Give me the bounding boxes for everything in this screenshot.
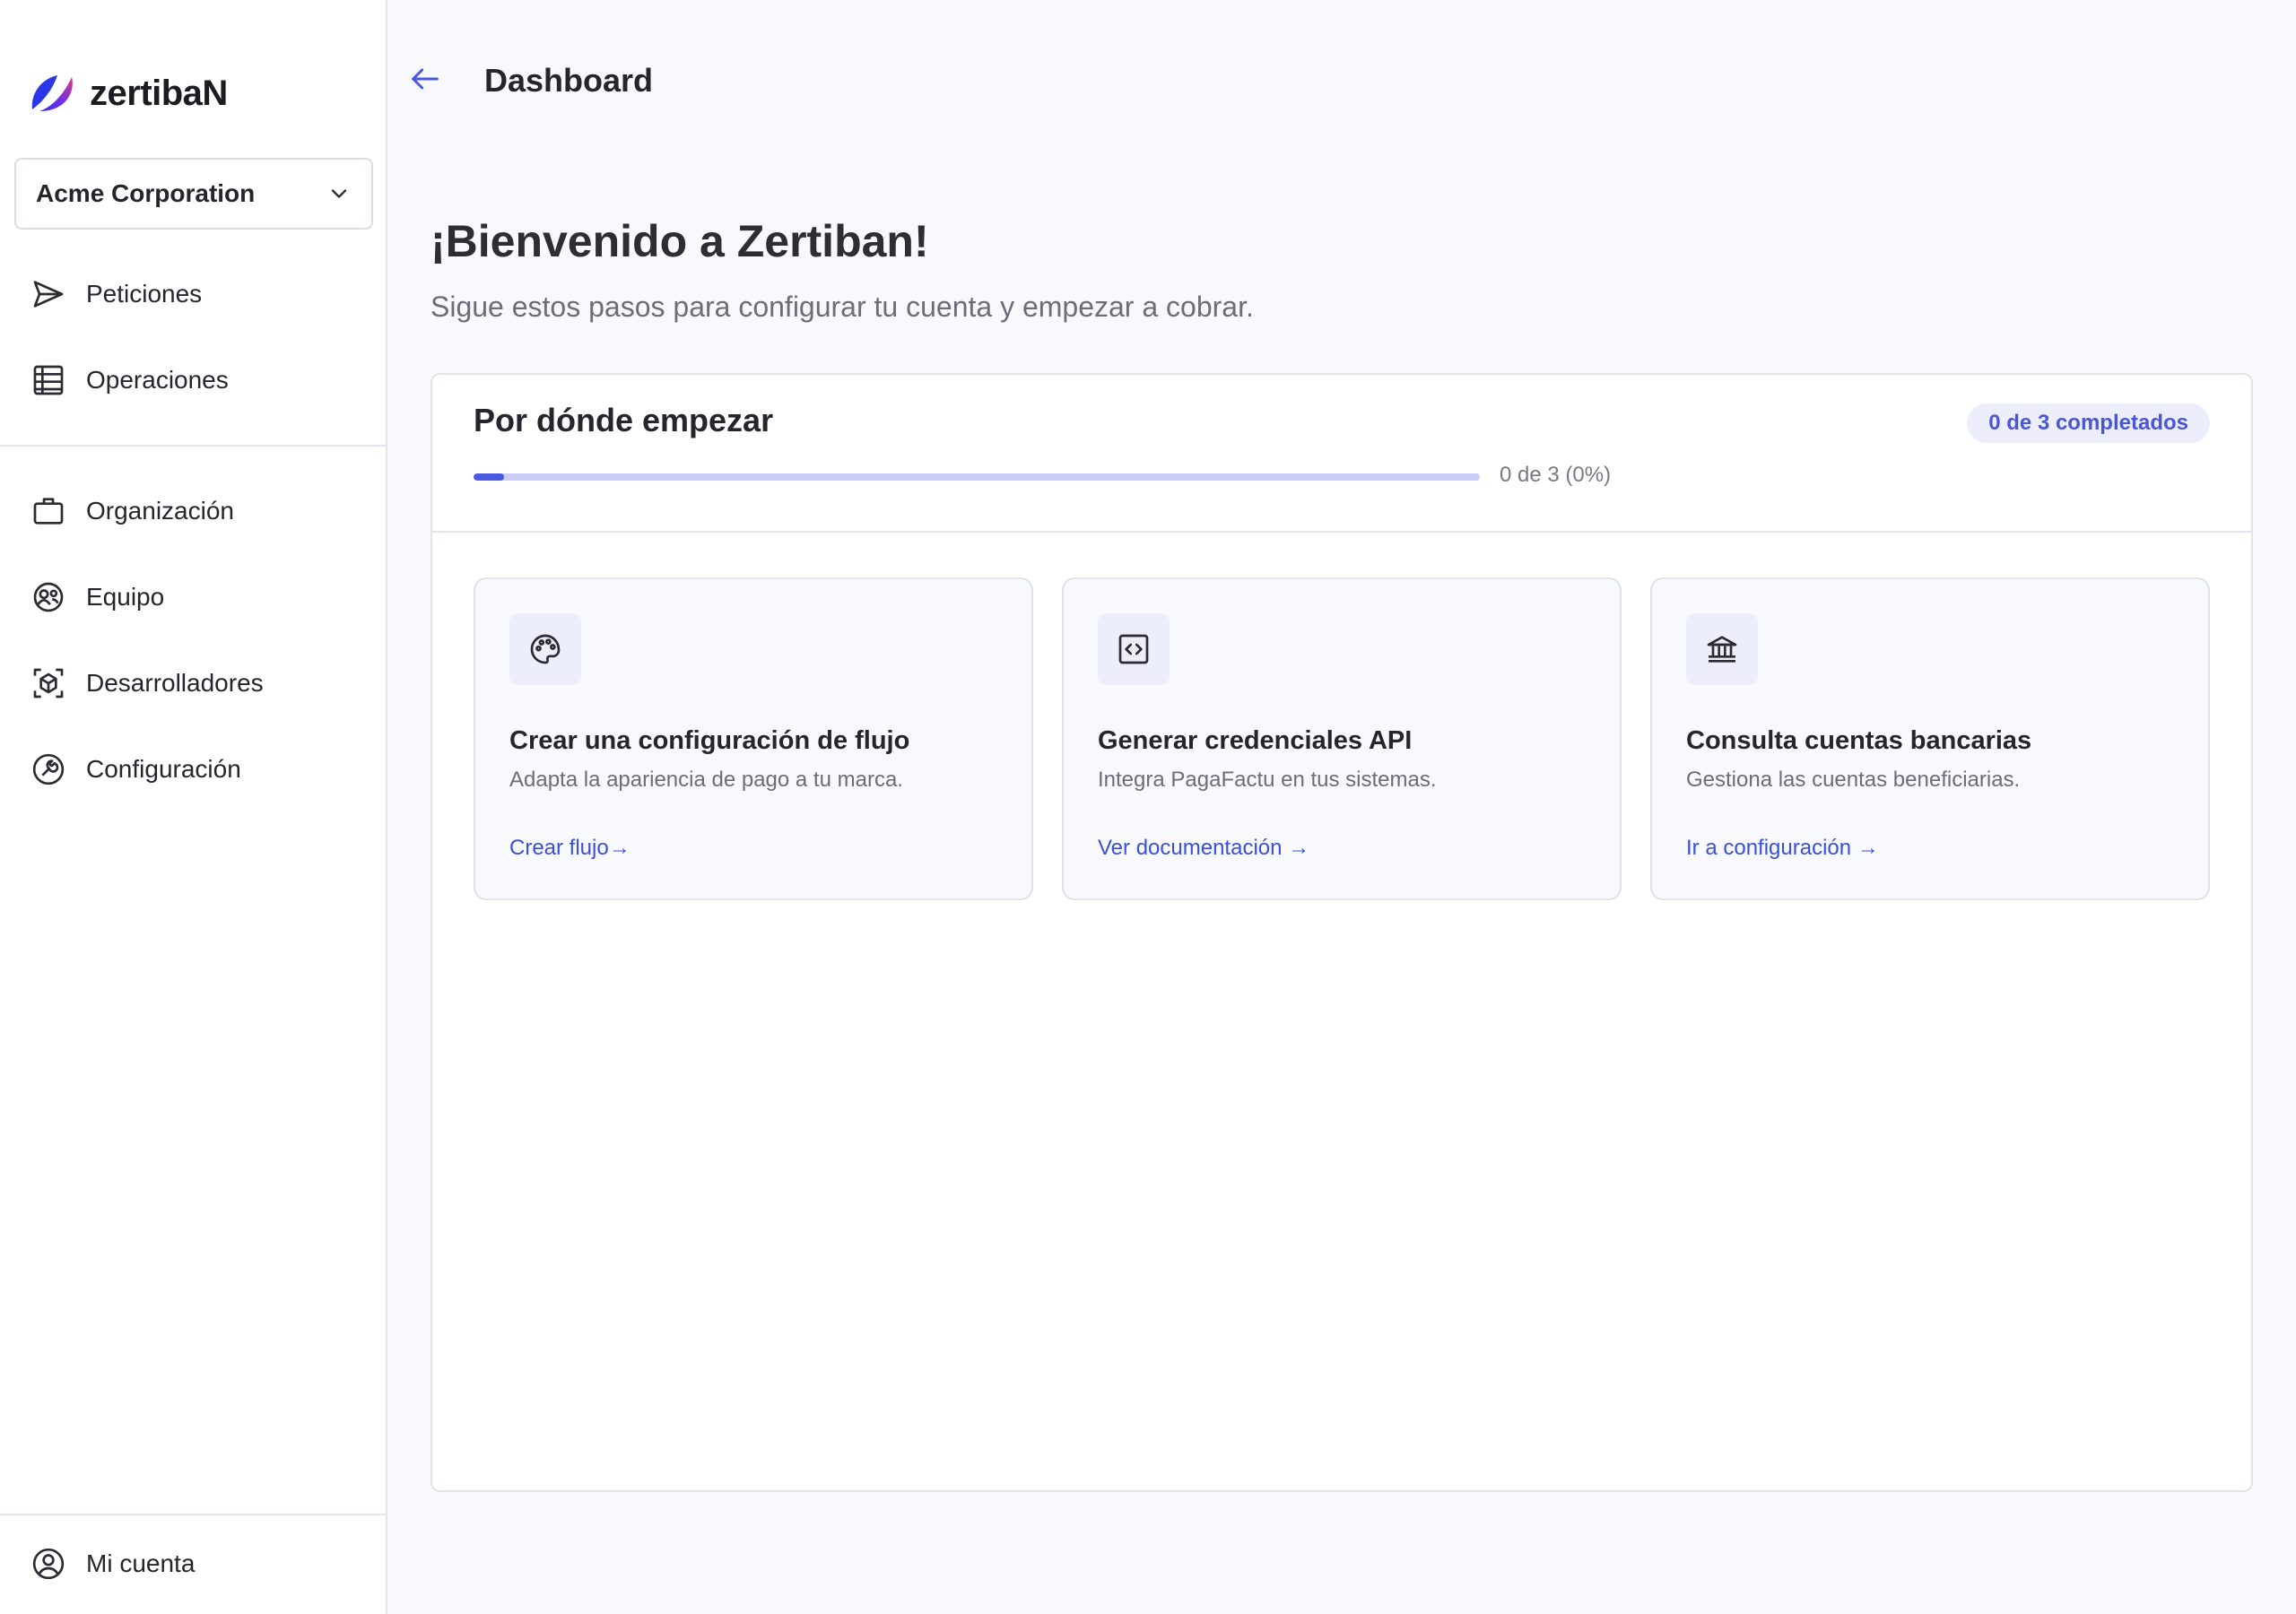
completion-badge: 0 de 3 completados — [1967, 404, 2210, 443]
page-title: Dashboard — [484, 62, 654, 99]
wrench-icon — [32, 753, 65, 785]
getting-started-header: Por dónde empezar 0 de 3 completados 0 d… — [432, 375, 2251, 533]
step-card-description: Integra PagaFactu en tus sistemas. — [1098, 768, 1437, 792]
getting-started-panel: Por dónde empezar 0 de 3 completados 0 d… — [430, 373, 2253, 1492]
list-icon — [33, 365, 64, 395]
progress-text: 0 de 3 (0%) — [1500, 463, 1612, 487]
welcome-title: ¡Bienvenido a Zertiban! — [430, 216, 929, 266]
nav-item-configuracion[interactable]: Configuración — [30, 744, 241, 794]
step-card-title: Crear una configuración de flujo — [509, 726, 910, 755]
nav-item-operaciones[interactable]: Operaciones — [30, 355, 229, 405]
organization-select[interactable]: Acme Corporation — [14, 158, 373, 230]
main-content: Dashboard ¡Bienvenido a Zertiban! Sigue … — [387, 0, 2296, 1614]
go-to-settings-link[interactable]: Ir a configuración → — [1686, 836, 1879, 861]
create-flow-link[interactable]: Crear flujo→ — [509, 836, 631, 861]
nav-item-label: Mi cuenta — [86, 1549, 196, 1577]
nav-item-label: Configuración — [86, 755, 241, 783]
step-card-api-credentials[interactable]: Generar credenciales API Integra PagaFac… — [1062, 577, 1622, 900]
organization-select-value: Acme Corporation — [36, 179, 256, 207]
step-card-title: Generar credenciales API — [1098, 726, 1413, 755]
sidebar-divider — [0, 445, 386, 447]
briefcase-icon — [33, 498, 64, 525]
app: zertibaN Acme Corporation Peticiones Ope… — [0, 0, 2296, 1614]
nav-item-organizacion[interactable]: Organización — [30, 486, 234, 536]
nav-item-label: Peticiones — [86, 280, 203, 308]
step-card-description: Adapta la apariencia de pago a tu marca. — [509, 768, 903, 792]
progress-bar-fill — [474, 473, 504, 481]
nav-item-mi-cuenta[interactable]: Mi cuenta — [30, 1539, 195, 1589]
nav-item-label: Desarrolladores — [86, 669, 264, 697]
step-card-title: Consulta cuentas bancarias — [1686, 726, 2032, 755]
sidebar-divider — [0, 1514, 386, 1515]
nav-item-label: Organización — [86, 497, 234, 525]
zertiban-logo-icon — [31, 75, 73, 111]
step-card-bank-accounts[interactable]: Consulta cuentas bancarias Gestiona las … — [1650, 577, 2210, 900]
code-icon — [1118, 634, 1149, 664]
step-card-description: Gestiona las cuentas beneficiarias. — [1686, 768, 2021, 792]
sidebar: zertibaN Acme Corporation Peticiones Ope… — [0, 0, 387, 1614]
progress-bar — [474, 473, 1480, 481]
bank-icon — [1707, 636, 1737, 663]
team-icon — [33, 582, 64, 612]
nav-item-label: Equipo — [86, 583, 165, 611]
brand-name: zertibaN — [90, 73, 228, 113]
chevron-down-icon — [331, 189, 347, 198]
nav-item-desarrolladores[interactable]: Desarrolladores — [30, 658, 264, 708]
cube-icon — [33, 668, 64, 699]
welcome-subtitle: Sigue estos pasos para configurar tu cue… — [430, 291, 1254, 323]
arrow-left-icon — [412, 68, 439, 89]
view-documentation-link[interactable]: Ver documentación → — [1098, 836, 1309, 861]
nav-item-peticiones[interactable]: Peticiones — [30, 269, 202, 319]
palette-icon — [530, 634, 561, 664]
send-icon — [33, 281, 64, 308]
back-button[interactable] — [407, 61, 443, 101]
nav-item-label: Operaciones — [86, 366, 229, 394]
step-card-flow-config[interactable]: Crear una configuración de flujo Adapta … — [474, 577, 1033, 900]
nav-item-equipo[interactable]: Equipo — [30, 572, 164, 622]
topbar: Dashboard — [407, 54, 653, 108]
brand-logo[interactable]: zertibaN — [27, 66, 228, 120]
user-icon — [32, 1548, 65, 1580]
getting-started-title: Por dónde empezar — [474, 402, 774, 438]
